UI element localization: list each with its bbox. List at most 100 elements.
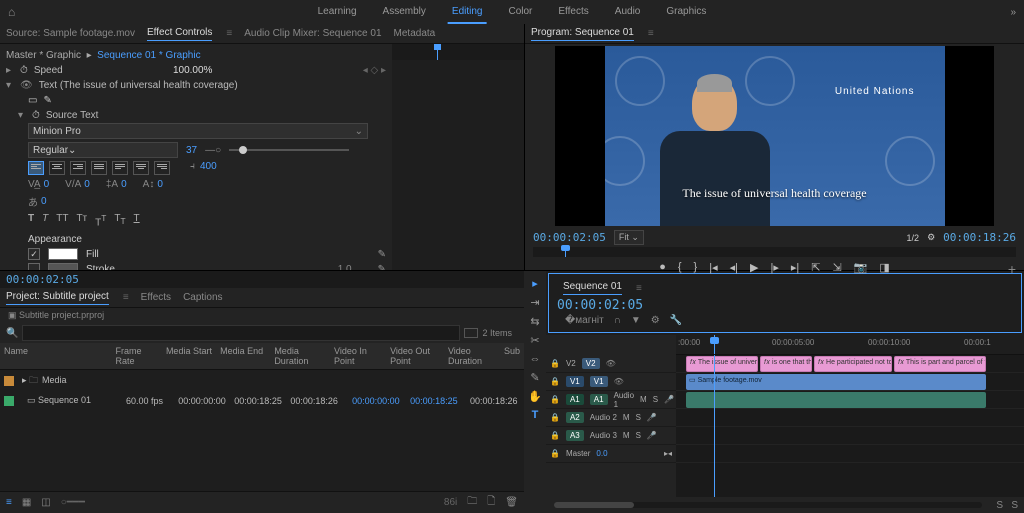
size-slider[interactable] [229, 149, 349, 151]
ws-graphics[interactable]: Graphics [662, 1, 710, 24]
stopwatch-icon[interactable]: ⏱ [32, 110, 40, 121]
playhead-line[interactable] [714, 355, 715, 497]
meter-icon[interactable]: ▸◂ [664, 449, 672, 458]
slip-tool-icon[interactable]: ⇔ [530, 353, 541, 365]
lift-icon[interactable]: ⇱ [811, 261, 820, 274]
col-name[interactable]: Name [0, 343, 111, 369]
selection-tool-icon[interactable]: ▸ [532, 277, 538, 290]
lock-icon[interactable]: 🔒 [550, 377, 560, 386]
align-justify-last-right[interactable] [154, 161, 170, 175]
eye-icon[interactable]: 👁 [614, 377, 624, 386]
col-videoin[interactable]: Video In Point [330, 343, 386, 369]
ws-audio[interactable]: Audio [611, 1, 645, 24]
track-select-tool-icon[interactable]: ⇥ [530, 296, 539, 309]
trash-icon[interactable]: 🗑 [505, 497, 518, 508]
eye-icon[interactable]: 👁 [606, 359, 616, 368]
stroke-checkbox[interactable] [28, 263, 40, 270]
timeline-ruler[interactable]: :00:00 00:00:05:00 00:00:10:00 00:00:1 [676, 335, 1024, 355]
align-justify[interactable] [91, 161, 107, 175]
align-left[interactable] [28, 161, 44, 175]
align-justify-last-center[interactable] [133, 161, 149, 175]
razor-tool-icon[interactable]: ✂ [530, 334, 539, 347]
voice-icon[interactable]: 🎤 [647, 413, 657, 422]
row-vo[interactable]: 00:00:18:25 [406, 393, 466, 409]
clip-audio[interactable] [686, 392, 986, 408]
va1[interactable]: 0 [44, 179, 50, 190]
timeline-zoom-bar[interactable] [554, 502, 982, 508]
master-val[interactable]: 0.0 [596, 449, 607, 458]
tsume[interactable]: 0 [41, 196, 47, 207]
panel-menu-icon[interactable]: ≡ [226, 28, 232, 39]
a1-target[interactable]: A1 [590, 394, 608, 405]
project-row-sequence[interactable]: ▭ Sequence 01 60.00 fps 00:00:00:00 00:0… [0, 392, 524, 409]
twirl-speed[interactable]: ▸ [6, 65, 14, 76]
program-tc-in[interactable]: 00:00:02:05 [533, 231, 606, 244]
lock-icon[interactable]: 🔒 [550, 449, 560, 458]
ripple-tool-icon[interactable]: ⇆ [530, 315, 539, 328]
col-framerate[interactable]: Frame Rate [111, 343, 161, 369]
resolution-pages[interactable]: 1/2 [907, 233, 920, 243]
transform-icon[interactable]: ▭ [28, 95, 37, 106]
tab-effects-panel[interactable]: Effects [141, 292, 171, 303]
new-bin-icon[interactable]: 🗀 [467, 494, 477, 511]
ec-playhead[interactable] [437, 44, 438, 60]
mark-out-icon[interactable]: } [694, 261, 698, 274]
va2[interactable]: 0 [84, 179, 90, 190]
program-playhead[interactable] [565, 247, 566, 257]
twirl-sourcetext[interactable]: ▾ [18, 110, 26, 121]
small-caps[interactable]: Tᴛ [76, 213, 87, 228]
step-fwd-icon[interactable]: |▸ [770, 261, 778, 274]
tab-timeline-seq[interactable]: Sequence 01 [563, 281, 622, 295]
eye-icon[interactable]: 👁 [20, 80, 33, 91]
type-tool-icon[interactable]: T [532, 409, 539, 421]
stopwatch-icon[interactable]: ⏱ [20, 65, 28, 76]
export-frame-icon[interactable]: 📷 [854, 261, 868, 274]
faux-bold[interactable]: T [28, 213, 34, 228]
program-monitor[interactable]: United Nations The issue of universal he… [555, 46, 994, 226]
pen-tool-icon[interactable]: ✎ [530, 371, 539, 384]
tab-audio-mixer[interactable]: Audio Clip Mixer: Sequence 01 [244, 28, 381, 39]
col-videoout[interactable]: Video Out Point [386, 343, 444, 369]
lane-v1[interactable]: ▭ Sample footage.mov [676, 373, 1024, 391]
subscript[interactable]: TT [114, 213, 125, 228]
label-chip[interactable] [4, 376, 14, 386]
zoom-dropdown[interactable]: Fit ⌄ [614, 230, 644, 245]
mark-in-icon[interactable]: { [678, 261, 682, 274]
panel-menu-icon[interactable]: ≡ [648, 28, 654, 39]
kern-value[interactable]: 400 [200, 161, 217, 175]
align-justify-last-left[interactable] [112, 161, 128, 175]
tab-source[interactable]: Source: Sample footage.mov [6, 28, 135, 39]
align-center[interactable] [49, 161, 65, 175]
col-mediaduration[interactable]: Media Duration [270, 343, 330, 369]
keyframe-nav[interactable]: ◂ ◇ ▸ [363, 65, 386, 76]
tab-project[interactable]: Project: Subtitle project [6, 291, 109, 305]
go-to-out-icon[interactable]: ▸| [791, 261, 799, 274]
snap-icon[interactable]: �магніт [565, 315, 604, 326]
voice-icon[interactable]: 🎤 [647, 431, 657, 440]
eyedropper-icon[interactable]: ✎ [378, 264, 386, 270]
ws-effects[interactable]: Effects [554, 1, 592, 24]
fill-checkbox[interactable] [28, 248, 40, 260]
freeform-view-icon[interactable]: ◫ [41, 497, 50, 508]
step-back-icon[interactable]: ◂| [730, 261, 738, 274]
eyedropper-icon[interactable]: ✎ [378, 249, 386, 260]
hand-tool-icon[interactable]: ✋ [528, 390, 542, 403]
lock-icon[interactable]: 🔒 [550, 395, 560, 404]
lane-master[interactable] [676, 445, 1024, 463]
col-mediastart[interactable]: Media Start [162, 343, 216, 369]
program-ruler[interactable] [533, 247, 1016, 257]
lock-icon[interactable]: 🔒 [550, 413, 560, 422]
timeline-tc[interactable]: 00:00:02:05 [557, 298, 1013, 313]
align-right[interactable] [70, 161, 86, 175]
home-icon[interactable]: ⌂ [8, 5, 15, 19]
clip-graphic[interactable]: 𝑓𝑥 This is part and parcel of the [894, 356, 986, 372]
ws-color[interactable]: Color [504, 1, 536, 24]
v1-target[interactable]: V1 [590, 376, 608, 387]
ws-learning[interactable]: Learning [314, 1, 361, 24]
track-v2[interactable]: V2 [566, 359, 576, 368]
ec-sequence[interactable]: Sequence 01 * Graphic [97, 50, 200, 61]
row-vi[interactable]: 00:00:00:00 [348, 393, 406, 409]
a3-target[interactable]: A3 [566, 430, 584, 441]
project-search-input[interactable] [22, 325, 460, 341]
settings-icon[interactable]: ⚙ [651, 315, 660, 326]
